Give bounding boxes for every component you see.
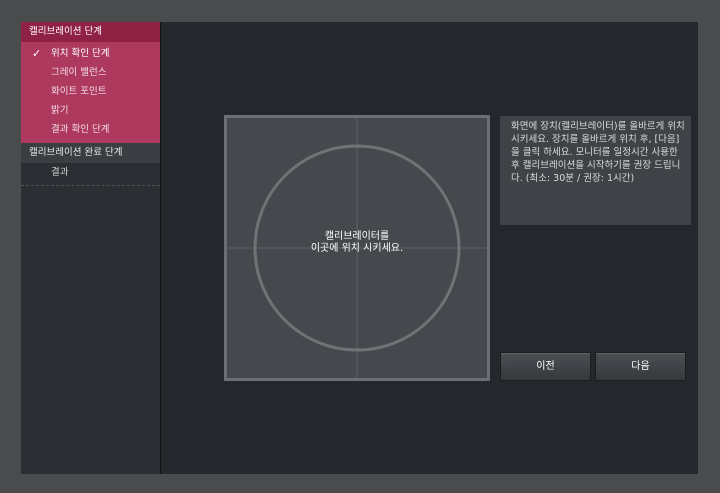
sidebar: 캘리브레이션 단계 ✓ 위치 확인 단계 그레이 밸런스 화이트 포인트 밝기 … [21,22,161,474]
calibrator-target-area: 캘리브레이터를 이곳에 위치 시키세요. [224,115,490,381]
sidebar-item-label: 화이트 포인트 [51,86,107,97]
sidebar-item-result[interactable]: 결과 [21,163,160,182]
sidebar-item-white-point[interactable]: 화이트 포인트 [21,82,160,101]
sidebar-section-calibration-steps[interactable]: 캘리브레이션 단계 [21,22,160,42]
sidebar-item-label: 결과 확인 단계 [51,124,110,135]
sidebar-item-gray-balance[interactable]: 그레이 밸런스 [21,63,160,82]
sidebar-item-label: 그레이 밸런스 [51,67,107,78]
sidebar-item-position-check[interactable]: ✓ 위치 확인 단계 [21,44,160,63]
sidebar-complete-list: 결과 [21,163,160,186]
sidebar-item-label: 결과 [51,167,69,178]
sidebar-step-list: ✓ 위치 확인 단계 그레이 밸런스 화이트 포인트 밝기 결과 확인 단계 [21,42,160,143]
previous-button[interactable]: 이전 [500,352,591,381]
next-button[interactable]: 다음 [595,352,686,381]
sidebar-item-label: 위치 확인 단계 [51,48,110,59]
target-instruction: 캘리브레이터를 이곳에 위치 시키세요. [227,231,487,255]
sidebar-section-calibration-complete[interactable]: 캘리브레이션 완료 단계 [21,143,160,163]
checkmark-icon: ✓ [32,47,42,60]
target-line-1: 캘리브레이터를 [324,231,390,242]
sidebar-item-result-check[interactable]: 결과 확인 단계 [21,120,160,139]
target-line-2: 이곳에 위치 시키세요. [310,243,404,254]
sidebar-item-brightness[interactable]: 밝기 [21,101,160,120]
sidebar-item-label: 밝기 [51,105,69,116]
instructions-panel: 화면에 장치(캘리브레이터)를 올바르게 위치 시키세요. 장치를 올바르게 위… [500,116,691,225]
